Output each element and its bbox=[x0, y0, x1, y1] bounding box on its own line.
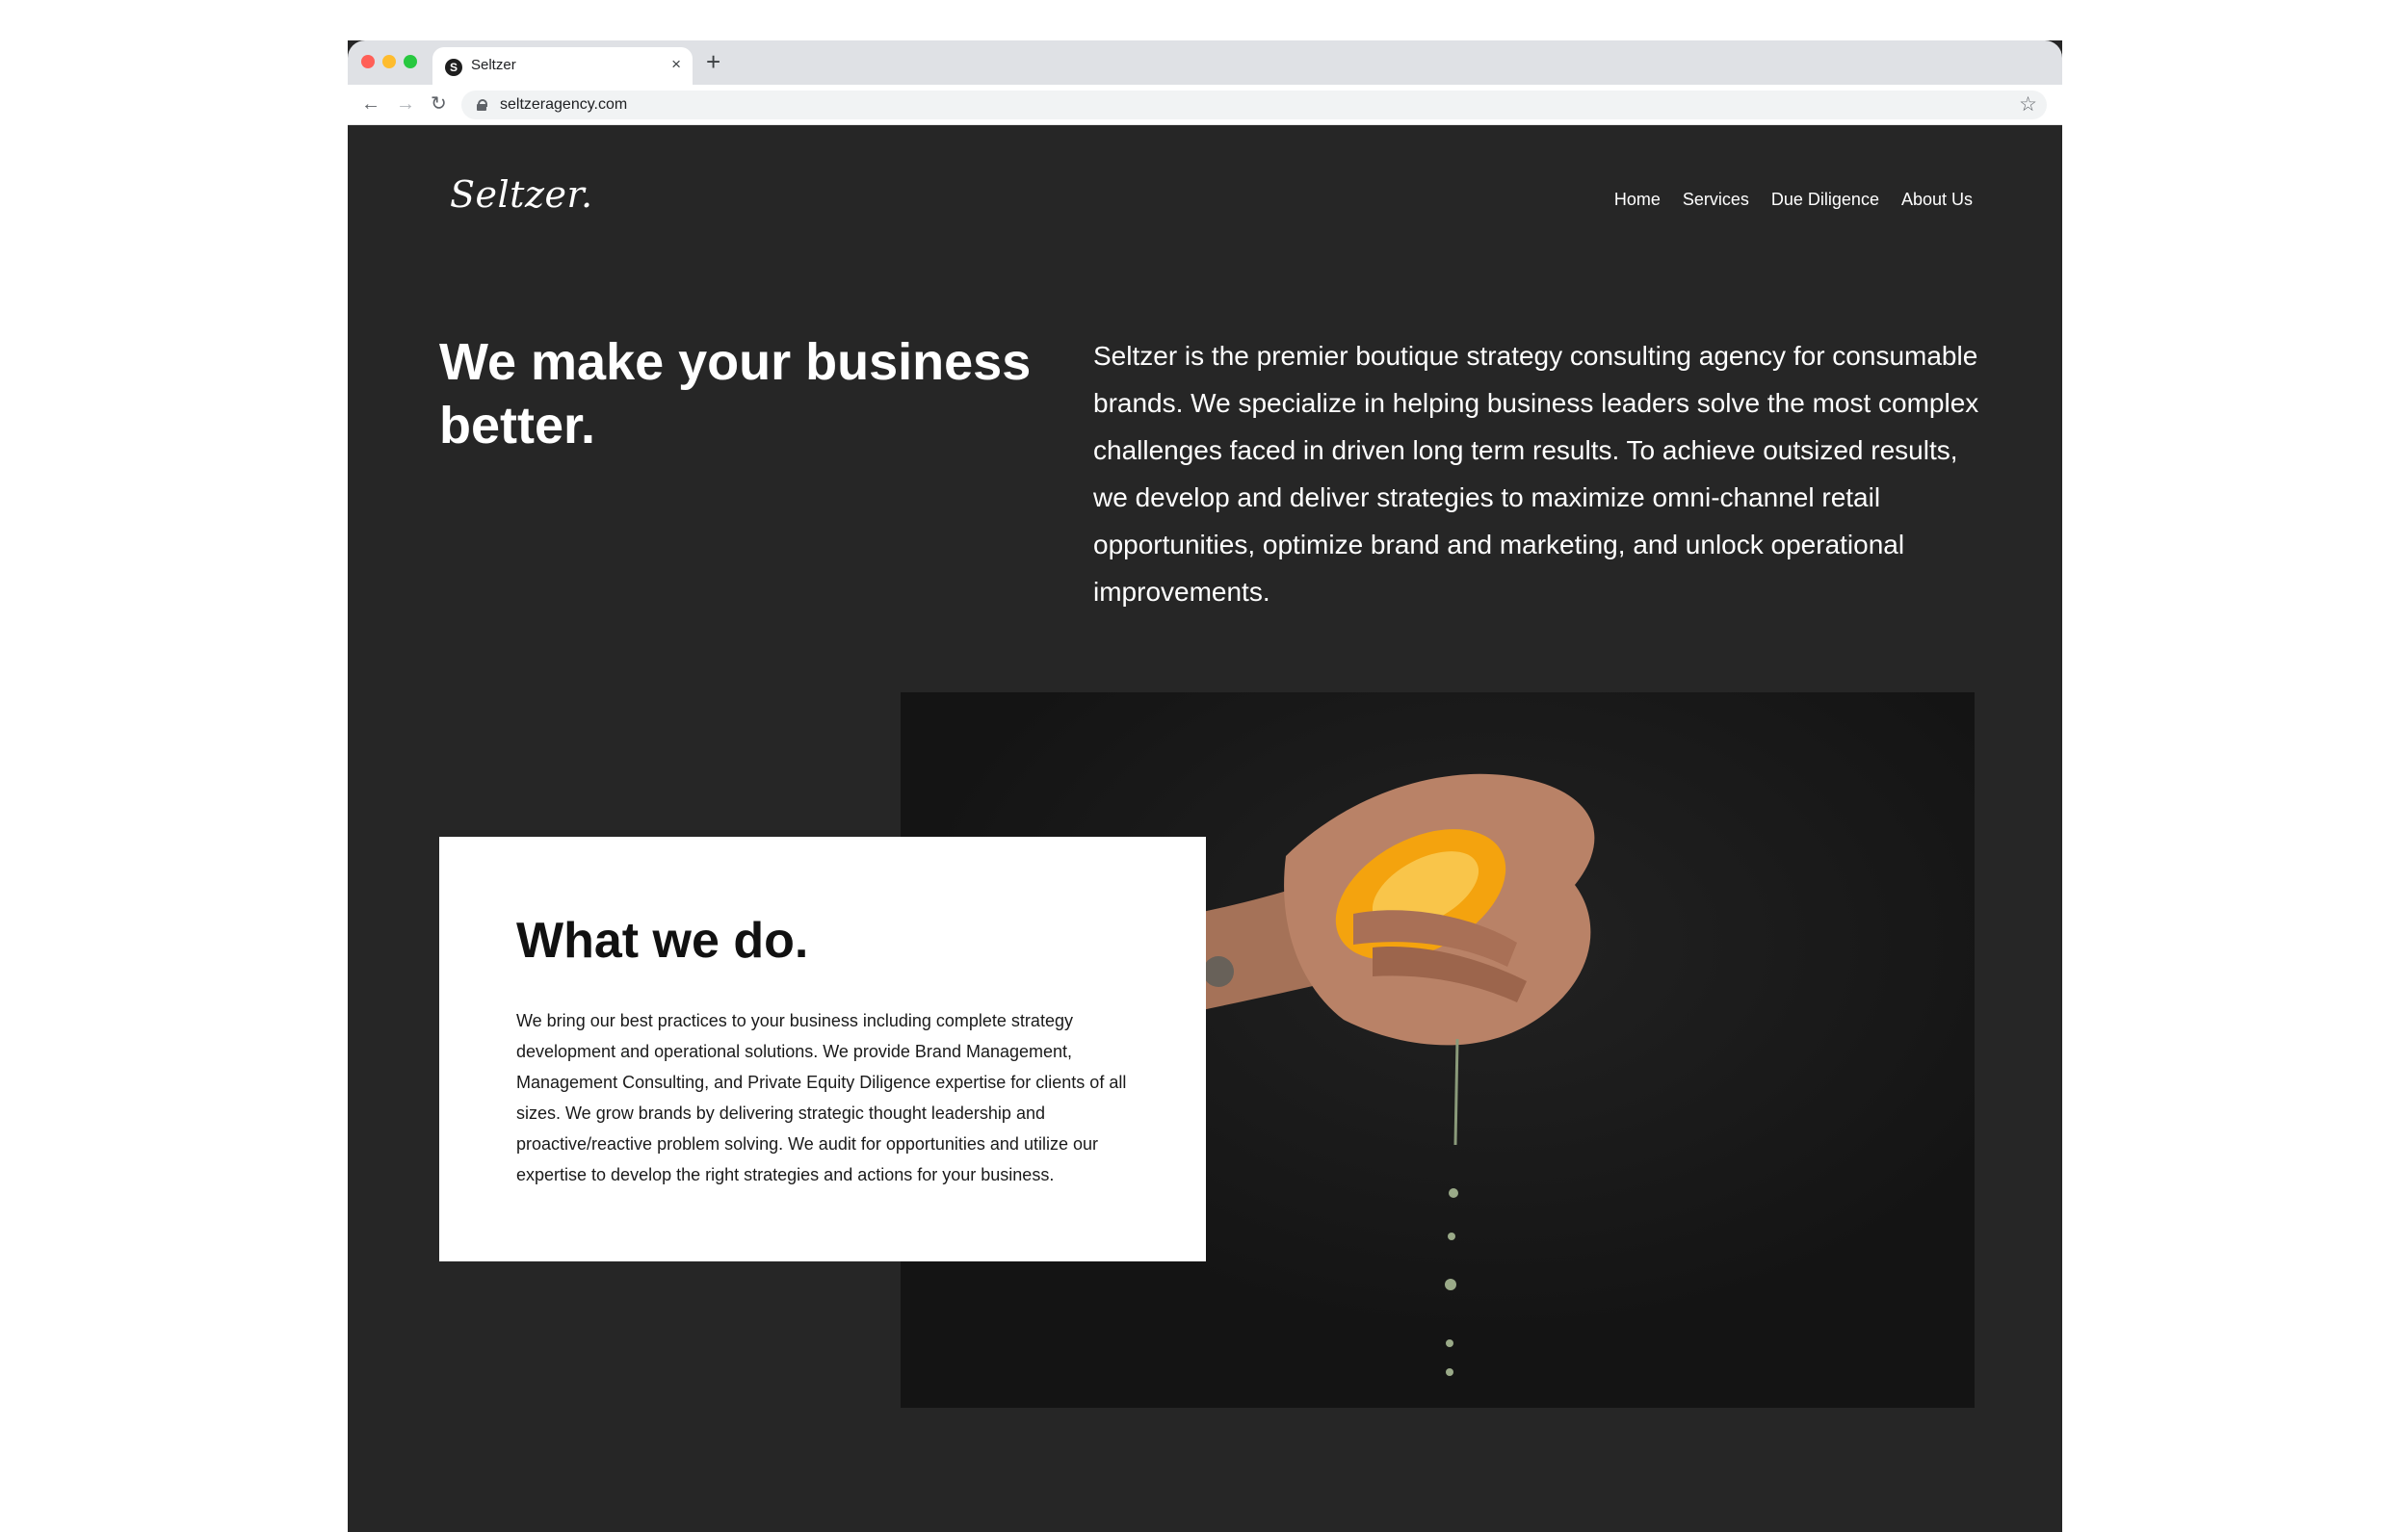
star-icon[interactable]: ☆ bbox=[2019, 92, 2037, 117]
url-text[interactable]: seltzeragency.com bbox=[500, 96, 627, 114]
lock-icon bbox=[477, 99, 487, 111]
what-we-do-card: What we do. We bring our best practices … bbox=[439, 837, 1206, 1261]
what-we-do-title: What we do. bbox=[516, 913, 809, 969]
close-window-button[interactable] bbox=[361, 55, 375, 68]
site-logo[interactable]: Seltzer. bbox=[450, 173, 593, 216]
reload-icon[interactable]: ↻ bbox=[431, 91, 447, 117]
hero-headline: We make your business better. bbox=[439, 333, 1032, 454]
nav-about-us[interactable]: About Us bbox=[1901, 190, 1973, 210]
nav-home[interactable]: Home bbox=[1614, 190, 1661, 210]
tab-seltzer[interactable]: S Seltzer × bbox=[432, 47, 693, 85]
browser-window: S Seltzer × + ← → ↻ seltzeragency.com ☆ … bbox=[348, 40, 2062, 1532]
address-bar[interactable]: seltzeragency.com ☆ bbox=[461, 91, 2047, 119]
nav-due-diligence[interactable]: Due Diligence bbox=[1771, 190, 1879, 210]
minimize-window-button[interactable] bbox=[382, 55, 396, 68]
maximize-window-button[interactable] bbox=[404, 55, 417, 68]
arrow-left-icon[interactable]: ← bbox=[361, 91, 380, 117]
tab-title: Seltzer bbox=[471, 57, 516, 73]
tab-close-icon[interactable]: × bbox=[671, 55, 681, 74]
hero-intro: Seltzer is the premier boutique strategy… bbox=[1093, 341, 1979, 607]
what-we-do-body: We bring our best practices to your busi… bbox=[516, 1011, 1127, 1184]
seltzer-favicon-icon: S bbox=[445, 59, 462, 76]
site-nav: Home Services Due Diligence About Us bbox=[1614, 190, 1973, 210]
browser-toolbar: ← → ↻ seltzeragency.com ☆ bbox=[348, 85, 2062, 125]
new-tab-button[interactable]: + bbox=[706, 48, 720, 75]
arrow-right-icon[interactable]: → bbox=[396, 91, 415, 117]
nav-services[interactable]: Services bbox=[1683, 190, 1749, 210]
website-page: Seltzer. Home Services Due Diligence Abo… bbox=[348, 125, 2062, 1532]
tab-bar: S Seltzer × + bbox=[348, 40, 2062, 85]
